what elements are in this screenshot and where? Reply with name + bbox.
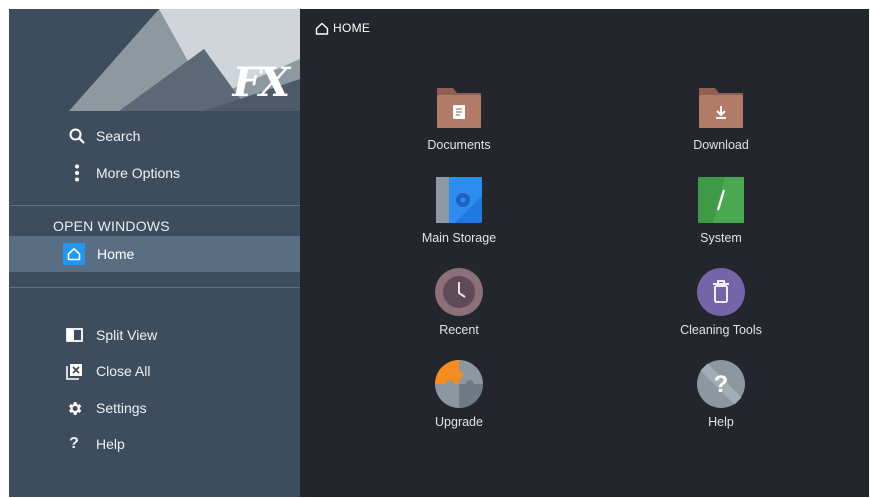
split-view-icon xyxy=(64,325,84,345)
home-icon xyxy=(63,243,85,265)
tile-label: Download xyxy=(693,138,749,152)
clock-icon xyxy=(434,267,484,317)
storage-icon xyxy=(434,175,484,225)
open-window-home[interactable]: Home xyxy=(9,236,300,272)
tile-upgrade[interactable]: Upgrade xyxy=(389,359,529,439)
tile-cleaning-tools[interactable]: Cleaning Tools xyxy=(651,267,791,347)
tile-label: Cleaning Tools xyxy=(680,323,762,337)
app-window: FX Search More Options OPEN WINDOWS Home xyxy=(9,9,869,497)
tile-label: Upgrade xyxy=(435,415,483,429)
tile-recent[interactable]: Recent xyxy=(389,267,529,347)
sidebar-item-help[interactable]: ? Help xyxy=(9,427,300,461)
sidebar-item-label: More Options xyxy=(96,165,181,181)
sidebar-item-close-all[interactable]: Close All xyxy=(9,354,300,388)
sidebar-item-split-view[interactable]: Split View xyxy=(9,318,300,352)
gear-icon xyxy=(64,398,84,418)
tile-system[interactable]: System xyxy=(651,175,791,255)
sidebar-divider xyxy=(9,287,300,288)
sidebar: FX Search More Options OPEN WINDOWS Home xyxy=(9,9,300,497)
breadcrumb-label: HOME xyxy=(333,21,371,35)
tile-label: System xyxy=(700,231,742,245)
sidebar-item-search[interactable]: Search xyxy=(9,119,300,153)
sidebar-item-label: Search xyxy=(96,128,141,144)
tile-label: Main Storage xyxy=(421,231,497,245)
trash-icon xyxy=(696,267,746,317)
sidebar-item-more-options[interactable]: More Options xyxy=(9,156,300,190)
breadcrumb[interactable]: HOME xyxy=(315,21,370,35)
sidebar-item-label: Close All xyxy=(96,363,151,379)
open-window-label: Home xyxy=(97,246,135,262)
tile-label: Recent xyxy=(439,323,479,337)
sidebar-divider xyxy=(9,205,300,206)
svg-text:?: ? xyxy=(714,371,729,398)
folder-download-icon xyxy=(696,82,746,132)
puzzle-icon xyxy=(434,359,484,409)
close-all-icon xyxy=(64,361,84,381)
app-logo: FX xyxy=(232,59,290,106)
tile-label: Help xyxy=(708,415,734,429)
tile-main-storage[interactable]: Main Storage xyxy=(389,175,529,255)
folder-documents-icon xyxy=(434,82,484,132)
open-windows-heading: OPEN WINDOWS xyxy=(53,218,170,234)
tile-documents[interactable]: Documents xyxy=(389,82,529,162)
sidebar-item-settings[interactable]: Settings xyxy=(9,391,300,425)
tile-download[interactable]: Download xyxy=(651,82,791,162)
search-icon xyxy=(67,126,87,146)
sidebar-item-label: Settings xyxy=(96,400,147,416)
tile-label: Documents xyxy=(427,138,491,152)
home-icon xyxy=(315,22,329,35)
main-panel: HOME Documents Download Main Storage Sys… xyxy=(300,9,869,497)
sidebar-banner: FX xyxy=(9,9,300,111)
question-icon: ? xyxy=(69,435,79,452)
tile-help[interactable]: ? Help xyxy=(651,359,791,439)
system-icon xyxy=(696,175,746,225)
sidebar-item-label: Help xyxy=(96,436,125,452)
more-vertical-icon xyxy=(67,163,87,183)
sidebar-item-label: Split View xyxy=(96,327,158,343)
help-icon: ? xyxy=(696,359,746,409)
